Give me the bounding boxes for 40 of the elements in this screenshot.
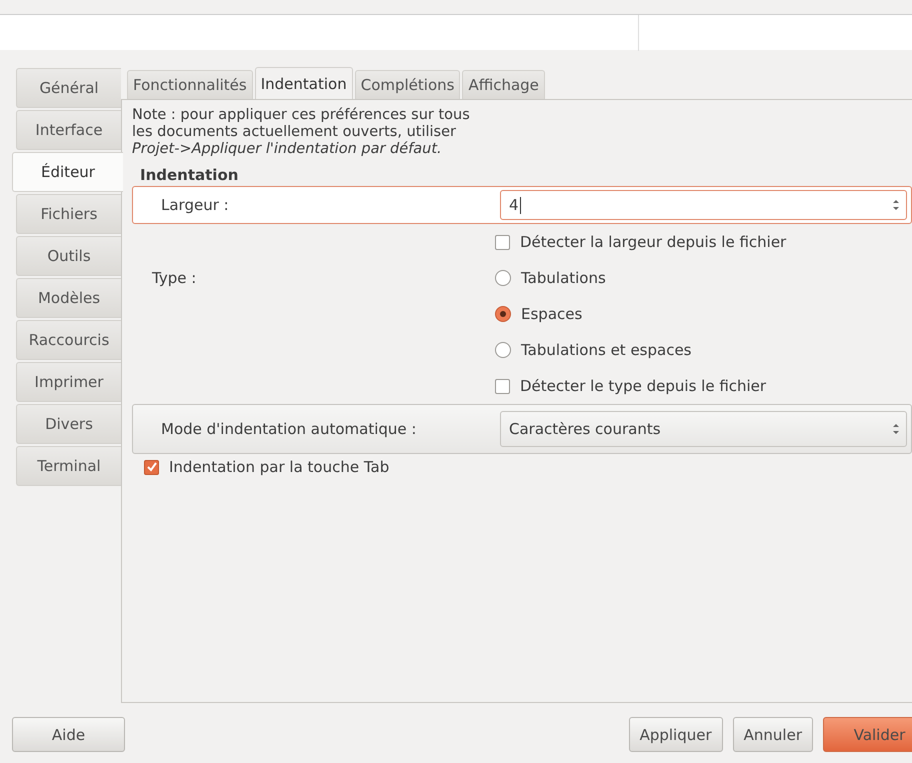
sidebar-tab[interactable]: Général (16, 68, 121, 108)
field-label: Largeur : (161, 196, 229, 214)
section-title: Indentation (140, 166, 240, 186)
checkbox-label[interactable]: Détecter la largeur depuis le fichier (520, 233, 786, 251)
field-label: Type : (152, 269, 196, 287)
checkbox[interactable] (495, 234, 510, 250)
checkbox-label[interactable]: Détecter le type depuis le fichier (520, 377, 766, 395)
sidebar-tab[interactable]: Outils (16, 236, 121, 276)
radio-button[interactable] (495, 342, 511, 358)
radio-button[interactable] (495, 270, 511, 286)
dialog-button[interactable]: Annuler (732, 717, 813, 752)
sidebar-tab[interactable]: Imprimer (16, 362, 121, 402)
note-text: Projet->Appliquer l'indentation par défaut. (132, 141, 443, 158)
dialog-button[interactable]: Appliquer (628, 717, 723, 752)
radio-label[interactable]: Tabulations et espaces (521, 341, 692, 359)
sidebar-tab[interactable]: Fichiers (16, 194, 121, 234)
tab[interactable]: Fonctionnalités (127, 70, 253, 99)
sidebar-tab[interactable]: Raccourcis (16, 320, 121, 360)
tab[interactable]: Complétions (354, 70, 460, 99)
width-spin-field[interactable]: 4 (500, 190, 907, 220)
spin-arrows-icon[interactable] (891, 197, 901, 213)
radio-label[interactable]: Espaces (521, 305, 582, 323)
tab[interactable]: Affichage (462, 70, 545, 99)
tab[interactable]: Indentation (254, 67, 353, 99)
sidebar-tab[interactable]: Modèles (16, 278, 121, 318)
radio-label[interactable]: Tabulations (521, 269, 606, 287)
field-label: Mode d'indentation automatique : (161, 420, 416, 438)
dropdown[interactable]: Caractères courants (500, 411, 907, 447)
radio-button[interactable] (495, 306, 511, 322)
sidebar-tab[interactable]: Divers (16, 404, 121, 444)
note-text: les documents actuellement ouverts, utiliser (132, 124, 457, 141)
sidebar-tab[interactable]: Éditeur (12, 152, 123, 192)
help-button[interactable]: Aide (12, 717, 125, 752)
checkbox-label[interactable]: Indentation par la touche Tab (169, 458, 390, 476)
checkbox[interactable] (144, 460, 159, 474)
sidebar-tab[interactable]: Interface (16, 110, 121, 150)
sidebar-tab[interactable]: Terminal (16, 446, 121, 486)
note-text: Note : pour appliquer ces préférences sur tous (132, 107, 471, 124)
checkbox[interactable] (495, 378, 510, 394)
dropdown-arrows-icon (891, 421, 901, 437)
